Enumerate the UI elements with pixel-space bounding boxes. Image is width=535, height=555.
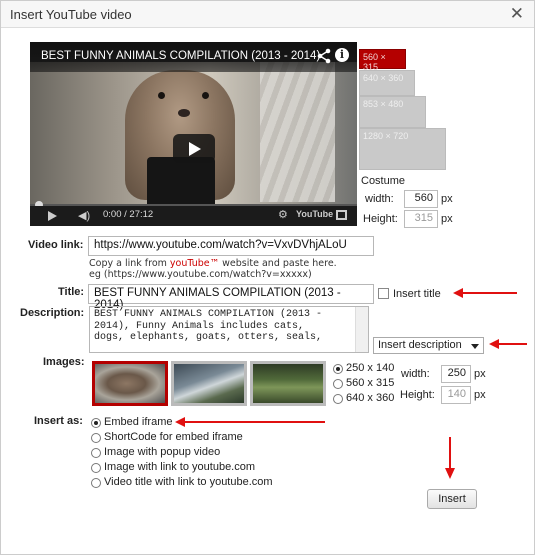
annotation-arrow-description xyxy=(489,339,527,349)
help-youtube-brand: youTube™ xyxy=(169,258,220,269)
image-size-radio-560x315[interactable] xyxy=(333,379,343,389)
thumbnail-option-2[interactable] xyxy=(171,361,247,406)
image-width-label: width: xyxy=(401,368,430,380)
otter-nose xyxy=(178,109,190,117)
thumbnail-image-2 xyxy=(174,364,244,403)
video-link-input[interactable]: https://www.youtube.com/watch?v=VxvDVhjA… xyxy=(88,236,374,256)
control-play-icon[interactable] xyxy=(48,211,57,221)
insert-as-label-shortcode[interactable]: ShortCode for embed iframe xyxy=(104,431,243,443)
costume-height-input[interactable]: 315 xyxy=(404,210,438,228)
insert-button[interactable]: Insert xyxy=(427,489,477,509)
images-label: Images: xyxy=(43,356,85,368)
insert-as-radio-embed-iframe[interactable] xyxy=(91,418,101,428)
size-preset-560x315[interactable]: 560 × 315 xyxy=(359,49,406,72)
thumbnail-option-3[interactable] xyxy=(250,361,326,406)
insert-title-checkbox[interactable] xyxy=(378,288,389,299)
play-button[interactable] xyxy=(173,134,215,163)
title-label: Title: xyxy=(58,286,85,298)
costume-height-unit: px xyxy=(441,213,453,225)
dialog-content: BEST FUNNY ANIMALS COMPILATION (2013 - 2… xyxy=(3,29,532,554)
insert-as-label-title-link[interactable]: Video title with link to youtube.com xyxy=(104,476,273,488)
insert-as-label-embed-iframe[interactable]: Embed iframe xyxy=(104,416,172,428)
annotation-arrow-insert xyxy=(445,437,455,479)
insert-description-select[interactable]: Insert description xyxy=(373,337,484,354)
thumbnail-image-1 xyxy=(95,364,165,403)
close-icon[interactable]: ✕ xyxy=(510,4,524,24)
size-preset-640x360[interactable]: 640 × 360 xyxy=(359,70,415,96)
image-size-radio-250x140[interactable] xyxy=(333,364,343,374)
info-icon[interactable]: i xyxy=(335,48,349,62)
dialog-title: Insert YouTube video xyxy=(10,7,132,22)
share-icon[interactable] xyxy=(317,48,331,64)
insert-youtube-dialog: Insert YouTube video ✕ BEST FUNNY ANIMAL… xyxy=(0,0,535,555)
insert-title-label[interactable]: Insert title xyxy=(393,288,441,300)
insert-description-value: Insert description xyxy=(378,339,462,351)
help-prefix: Copy a link from xyxy=(89,258,170,269)
costume-width-unit: px xyxy=(441,193,453,205)
video-link-example: eg (https://www.youtube.com/watch?v=xxxx… xyxy=(89,269,312,280)
size-preset-853x480[interactable]: 853 × 480 xyxy=(359,96,426,128)
video-link-label: Video link: xyxy=(28,239,84,251)
costume-width-input[interactable]: 560 xyxy=(404,190,438,208)
insert-as-radio-title-link[interactable] xyxy=(91,478,101,488)
otter-eye-left xyxy=(158,92,165,99)
help-suffix: website and paste here. xyxy=(219,258,337,269)
description-scrollbar[interactable] xyxy=(355,307,368,352)
costume-height-label: Height: xyxy=(363,213,398,225)
costume-heading: Costume xyxy=(361,175,406,187)
annotation-arrow-embed xyxy=(175,417,325,427)
video-link-help: Copy a link from youTube™ website and pa… xyxy=(89,258,337,269)
image-width-unit: px xyxy=(474,368,486,380)
insert-as-radio-image-popup[interactable] xyxy=(91,448,101,458)
video-scene-detail xyxy=(260,62,335,202)
image-size-label-640x360[interactable]: 640 x 360 xyxy=(346,392,394,404)
volume-icon[interactable]: ◀) xyxy=(78,209,92,222)
image-height-label: Height: xyxy=(400,389,435,401)
video-time: 0:00 / 27:12 xyxy=(103,209,154,220)
insert-as-radio-shortcode[interactable] xyxy=(91,433,101,443)
thumbnail-option-1[interactable] xyxy=(92,361,168,406)
image-height-unit: px xyxy=(474,389,486,401)
otter-eye-right xyxy=(202,92,209,99)
insert-as-radio-image-link[interactable] xyxy=(91,463,101,473)
image-size-label-560x315[interactable]: 560 x 315 xyxy=(346,377,394,389)
dialog-titlebar: Insert YouTube video ✕ xyxy=(1,1,534,28)
insert-as-label-image-link[interactable]: Image with link to youtube.com xyxy=(104,461,255,473)
chevron-down-icon xyxy=(471,344,479,349)
insert-as-label: Insert as: xyxy=(34,415,83,427)
description-label: Description: xyxy=(20,307,85,319)
cup-figure xyxy=(147,157,215,207)
fullscreen-icon[interactable] xyxy=(336,210,347,220)
image-width-input[interactable]: 250 xyxy=(441,365,471,383)
video-preview[interactable]: BEST FUNNY ANIMALS COMPILATION (2013 - 2… xyxy=(30,42,357,226)
image-size-label-250x140[interactable]: 250 x 140 xyxy=(346,362,394,374)
annotation-arrow-title xyxy=(453,288,517,298)
settings-gear-icon[interactable]: ⚙ xyxy=(278,208,288,221)
title-input[interactable]: BEST FUNNY ANIMALS COMPILATION (2013 - 2… xyxy=(88,284,374,311)
youtube-logo[interactable]: YouTube xyxy=(296,209,333,219)
image-size-radio-640x360[interactable] xyxy=(333,394,343,404)
insert-as-label-image-popup[interactable]: Image with popup video xyxy=(104,446,220,458)
video-title-bar: BEST FUNNY ANIMALS COMPILATION (2013 - 2… xyxy=(30,42,357,72)
image-height-input[interactable]: 140 xyxy=(441,386,471,404)
thumbnail-image-3 xyxy=(253,364,323,403)
video-title[interactable]: BEST FUNNY ANIMALS COMPILATION (2013 - 2… xyxy=(41,50,320,62)
costume-width-label: width: xyxy=(365,193,394,205)
description-textarea[interactable]: BEST FUNNY ANIMALS COMPILATION (2013 - 2… xyxy=(89,306,369,353)
size-preset-1280x720[interactable]: 1280 × 720 xyxy=(359,128,446,170)
